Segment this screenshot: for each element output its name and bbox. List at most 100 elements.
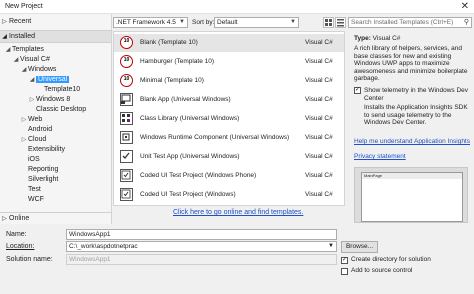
tree-label: Cloud — [28, 136, 47, 143]
tree-item-windows8[interactable]: ▷ Windows 8 — [28, 95, 71, 105]
template-language: Visual C# — [305, 115, 333, 122]
template-item[interactable]: 10 Minimal (Template 10) Visual C# — [114, 72, 344, 90]
online-section[interactable]: ▷ Online — [0, 212, 111, 224]
template-item[interactable]: Windows Runtime Component (Universal Win… — [114, 129, 344, 147]
collapse-arrow-icon[interactable]: ◢ — [0, 32, 9, 43]
tree-item-reporting[interactable]: Reporting — [28, 165, 58, 175]
coded-ui-test-icon — [120, 169, 133, 182]
sort-value: Default — [217, 19, 238, 26]
expand-arrow-icon[interactable]: ▷ — [0, 214, 9, 225]
blank-app-icon — [120, 93, 133, 106]
template-search-input[interactable]: Search Installed Templates (Ctrl+E) ⚲ — [348, 17, 472, 28]
create-directory-checkbox[interactable]: ✓ — [341, 257, 348, 264]
framework-dropdown[interactable]: .NET Framework 4.5 ▼ — [113, 17, 188, 28]
solution-name-value: WindowsApp1 — [69, 256, 111, 263]
search-placeholder: Search Installed Templates (Ctrl+E) — [351, 19, 454, 26]
sort-label: Sort by: — [192, 19, 215, 26]
browse-button[interactable]: Browse... — [341, 241, 378, 253]
chevron-down-icon: ▼ — [290, 19, 296, 25]
tree-item-web[interactable]: ▷ Web — [20, 115, 43, 125]
template-name: Blank App (Universal Windows) — [140, 96, 231, 103]
tree-item-visual-csharp[interactable]: ◢ Visual C# — [12, 55, 50, 65]
template-language: Visual C# — [305, 58, 333, 65]
tree-item-windows[interactable]: ◢ Windows — [20, 65, 57, 75]
name-label: Name: — [6, 231, 27, 238]
project-name-value: WindowsApp1 — [69, 231, 111, 238]
telemetry-checkbox[interactable]: ✓ — [354, 87, 361, 94]
template-item[interactable]: Blank App (Universal Windows) Visual C# — [114, 91, 344, 109]
telemetry-description: Installs the Application Insights SDK to… — [364, 104, 468, 126]
tree-item-android[interactable]: Android — [28, 125, 52, 135]
sort-dropdown[interactable]: Default ▼ — [214, 17, 299, 28]
template-item[interactable]: Coded UI Test Project (Windows Phone) Vi… — [114, 167, 344, 185]
expand-arrow-icon[interactable]: ▷ — [20, 115, 28, 125]
tree-label: Template10 — [44, 86, 81, 93]
collapse-arrow-icon[interactable]: ◢ — [12, 55, 20, 65]
tree-item-silverlight[interactable]: Silverlight — [28, 175, 58, 185]
tree-item-templates[interactable]: ◢ Templates — [4, 45, 44, 55]
location-field[interactable]: C:\_work\aspdotnetprac ▼ — [66, 241, 337, 252]
collapse-arrow-icon[interactable]: ◢ — [20, 65, 28, 75]
runtime-component-icon — [120, 131, 133, 144]
source-control-checkbox[interactable] — [341, 268, 348, 275]
help-link[interactable]: Help me understand Application Insights — [354, 138, 470, 146]
tree-item-extensibility[interactable]: Extensibility — [28, 145, 65, 155]
tree-item-template10[interactable]: Template10 — [44, 85, 80, 95]
template-item[interactable]: 10 Blank (Template 10) Visual C# — [114, 34, 344, 52]
template-language: Visual C# — [305, 96, 333, 103]
online-templates-link[interactable]: Click here to go online and find templat… — [173, 209, 303, 216]
list-view-icon[interactable] — [335, 17, 346, 28]
solution-name-field: WindowsApp1 — [66, 254, 337, 265]
template10-icon: 10 — [120, 36, 133, 49]
template-name: Unit Test App (Universal Windows) — [140, 153, 240, 160]
close-icon[interactable]: ✕ — [461, 1, 469, 12]
tree-label: Web — [28, 116, 43, 123]
template-preview-image: MainPage — [354, 167, 468, 223]
template10-icon: 10 — [120, 74, 133, 87]
template-tree-pane: ▷ Recent ◢ Installed ◢ Templates ◢ Visual C#… — [0, 14, 112, 224]
collapse-arrow-icon[interactable]: ◢ — [28, 75, 36, 85]
template-language: Visual C# — [305, 153, 333, 160]
grid-view-icon[interactable] — [323, 17, 334, 28]
template-item[interactable]: Unit Test App (Universal Windows) Visual… — [114, 148, 344, 166]
tree-item-wcf[interactable]: WCF — [28, 195, 44, 205]
create-directory-label: Create directory for solution — [351, 256, 431, 263]
template10-icon: 10 — [120, 55, 133, 68]
tree-label: Test — [28, 186, 41, 193]
template-item[interactable]: 10 Hamburger (Template 10) Visual C# — [114, 53, 344, 71]
tree-item-ios[interactable]: iOS — [28, 155, 40, 165]
chevron-down-icon: ▼ — [328, 243, 334, 249]
tree-label: Reporting — [28, 166, 59, 173]
preview-window: MainPage — [361, 172, 463, 222]
expand-arrow-icon[interactable]: ▷ — [20, 135, 28, 145]
expand-arrow-icon[interactable]: ▷ — [28, 95, 36, 105]
tree-label: Windows — [28, 66, 57, 73]
template-list: 10 Blank (Template 10) Visual C# 10 Hamb… — [113, 31, 345, 206]
collapse-arrow-icon[interactable]: ◢ — [4, 45, 12, 55]
recent-label: Recent — [9, 18, 32, 25]
tree-label: iOS — [28, 156, 40, 163]
coded-ui-test-icon — [120, 188, 133, 201]
installed-section[interactable]: ◢ Installed — [0, 30, 111, 43]
tree-item-universal[interactable]: ◢ Universal — [28, 75, 70, 85]
template-language: Visual C# — [305, 39, 333, 46]
template-item[interactable]: Class Library (Universal Windows) Visual… — [114, 110, 344, 128]
online-label: Online — [9, 215, 30, 222]
template-language: Visual C# — [305, 134, 333, 141]
tree-label: Visual C# — [20, 56, 50, 63]
tree-item-test[interactable]: Test — [28, 185, 41, 195]
recent-section[interactable]: ▷ Recent — [0, 16, 111, 27]
tree-item-classic-desktop[interactable]: Classic Desktop — [36, 105, 86, 115]
project-name-field[interactable]: WindowsApp1 — [66, 229, 337, 240]
template-item[interactable]: Coded UI Test Project (Windows) Visual C… — [114, 186, 344, 204]
location-value: C:\_work\aspdotnetprac — [69, 243, 138, 250]
privacy-link[interactable]: Privacy statement — [354, 153, 406, 161]
tree-item-cloud[interactable]: ▷ Cloud — [20, 135, 47, 145]
expand-arrow-icon[interactable]: ▷ — [0, 17, 9, 28]
chevron-down-icon: ▼ — [179, 19, 185, 25]
template-language: Visual C# — [305, 172, 333, 179]
tree-label: Windows 8 — [36, 96, 71, 103]
search-icon[interactable]: ⚲ — [464, 18, 469, 27]
template-name: Coded UI Test Project (Windows Phone) — [140, 172, 257, 179]
type-label: Type: — [354, 35, 371, 42]
